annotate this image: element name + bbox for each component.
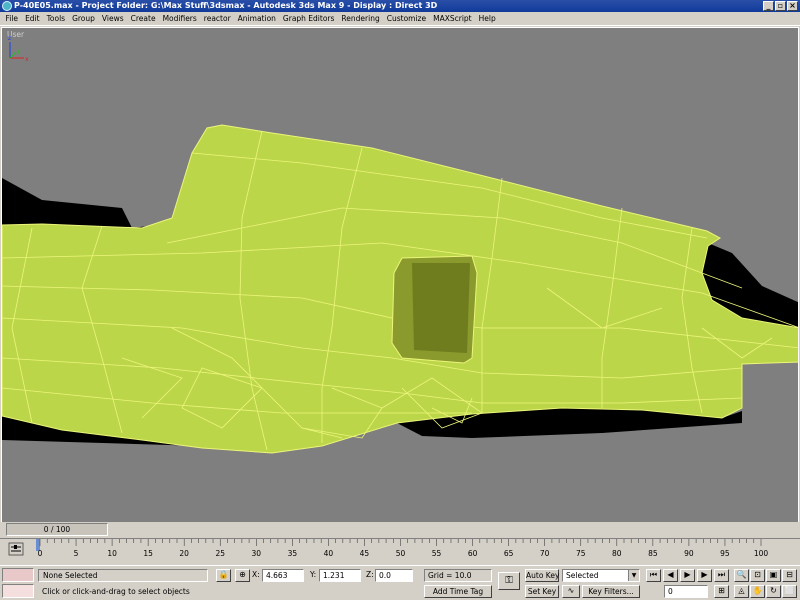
key-mode-icon[interactable]: ⚿ bbox=[498, 572, 520, 590]
key-tangent-icon[interactable]: ∿ bbox=[562, 585, 580, 598]
track-tick-label: 75 bbox=[575, 549, 586, 558]
arc-rotate-icon[interactable]: ↻ bbox=[766, 585, 781, 598]
axis-z-label: z bbox=[8, 35, 11, 42]
menu-bar: File Edit Tools Group Views Create Modif… bbox=[0, 12, 800, 26]
track-tick-label: 20 bbox=[179, 549, 189, 558]
previous-frame-icon[interactable]: ◀ bbox=[663, 569, 678, 582]
mini-curve-editor-icon[interactable] bbox=[8, 542, 24, 556]
current-frame-field[interactable]: 0 bbox=[664, 585, 708, 598]
axis-x-label: x bbox=[25, 56, 29, 63]
track-tick-label: 40 bbox=[323, 549, 334, 558]
key-filter-selected-value: Selected bbox=[566, 571, 599, 580]
menu-edit[interactable]: Edit bbox=[22, 12, 44, 26]
menu-maxscript[interactable]: MAXScript bbox=[430, 12, 476, 26]
time-bar: 0 / 100 bbox=[0, 522, 800, 538]
menu-group[interactable]: Group bbox=[69, 12, 99, 26]
track-tick-label: 25 bbox=[215, 549, 226, 558]
track-tick-label: 35 bbox=[287, 549, 298, 558]
time-configuration-icon[interactable]: ⊞ bbox=[714, 585, 729, 598]
absolute-mode-transform-icon[interactable]: ⊕ bbox=[235, 569, 250, 582]
y-coordinate-field[interactable]: 1.231 bbox=[319, 569, 361, 582]
close-button[interactable]: × bbox=[787, 1, 798, 11]
track-tick-label: 55 bbox=[431, 549, 442, 558]
track-tick-label: 80 bbox=[612, 549, 622, 558]
key-filter-select[interactable]: Selected ▼ bbox=[562, 569, 640, 582]
set-key-button[interactable]: Set Key bbox=[525, 585, 559, 598]
hatch-inner bbox=[412, 263, 470, 353]
menu-file[interactable]: File bbox=[2, 12, 22, 26]
status-bar: None Selected Click or click-and-drag to… bbox=[0, 565, 800, 600]
window-controls: _ ▫ × bbox=[763, 1, 798, 11]
x-label: X: bbox=[252, 570, 260, 579]
menu-graph-editors[interactable]: Graph Editors bbox=[279, 12, 338, 26]
track-tick-label: 90 bbox=[684, 549, 694, 558]
menu-rendering[interactable]: Rendering bbox=[338, 12, 383, 26]
next-frame-icon[interactable]: ▶ bbox=[697, 569, 712, 582]
z-coordinate-field[interactable]: 0.0 bbox=[375, 569, 413, 582]
add-time-tag-button[interactable]: Add Time Tag bbox=[424, 585, 492, 598]
track-tick-label: 100 bbox=[753, 549, 769, 558]
menu-reactor[interactable]: reactor bbox=[200, 12, 234, 26]
x-coordinate-field[interactable]: 4.663 bbox=[262, 569, 304, 582]
time-slider[interactable]: 0 / 100 bbox=[6, 523, 108, 536]
zoom-all-icon[interactable]: ⊡ bbox=[750, 569, 765, 582]
lock-selection-icon[interactable]: 🔒 bbox=[216, 569, 231, 582]
menu-views[interactable]: Views bbox=[98, 12, 127, 26]
axis-tripod-icon: x y z bbox=[8, 35, 29, 63]
track-tick-label: 45 bbox=[359, 549, 370, 558]
track-tick-label: 85 bbox=[648, 549, 658, 558]
track-tick-label: 70 bbox=[539, 549, 550, 558]
zoom-extents-icon[interactable]: ▣ bbox=[766, 569, 781, 582]
maxscript-listener-box[interactable] bbox=[2, 568, 34, 582]
zoom-extents-all-icon[interactable]: ⊟ bbox=[782, 569, 797, 582]
maxscript-mini-listener[interactable] bbox=[2, 584, 34, 598]
track-tick-label: 95 bbox=[720, 549, 730, 558]
track-tick-label: 15 bbox=[143, 549, 153, 558]
track-tick-label: 60 bbox=[467, 549, 478, 558]
minimize-button[interactable]: _ bbox=[763, 1, 774, 11]
track-tick-label: 65 bbox=[503, 549, 514, 558]
title-bar: P-40E05.max - Project Folder: G:\Max Stu… bbox=[0, 0, 800, 12]
key-filters-button[interactable]: Key Filters... bbox=[582, 585, 640, 598]
menu-customize[interactable]: Customize bbox=[383, 12, 429, 26]
track-tick-label: 30 bbox=[251, 549, 262, 558]
axis-y-label: y bbox=[17, 47, 21, 54]
go-to-end-icon[interactable]: ⏭ bbox=[714, 569, 729, 582]
maximize-button[interactable]: ▫ bbox=[775, 1, 786, 11]
go-to-start-icon[interactable]: ⏮ bbox=[646, 569, 661, 582]
menu-modifiers[interactable]: Modifiers bbox=[159, 12, 200, 26]
z-label: Z: bbox=[366, 570, 374, 579]
play-icon[interactable]: ▶ bbox=[680, 569, 695, 582]
menu-help[interactable]: Help bbox=[475, 12, 499, 26]
pan-hand-icon[interactable]: ✋ bbox=[750, 585, 765, 598]
selection-status: None Selected bbox=[38, 569, 208, 582]
app-icon[interactable] bbox=[2, 1, 12, 11]
zoom-icon[interactable]: 🔍 bbox=[734, 569, 749, 582]
user-viewport[interactable]: User x y z bbox=[1, 27, 799, 536]
track-tick-label: 5 bbox=[73, 549, 79, 558]
chevron-down-icon[interactable]: ▼ bbox=[628, 570, 639, 581]
maximize-viewport-icon[interactable]: ⬜ bbox=[782, 585, 797, 598]
grid-readout: Grid = 10.0 bbox=[424, 569, 492, 582]
prompt-line: Click or click-and-drag to select object… bbox=[42, 587, 190, 596]
menu-create[interactable]: Create bbox=[127, 12, 159, 26]
track-tick-label: 50 bbox=[395, 549, 406, 558]
field-of-view-icon[interactable]: ◬ bbox=[734, 585, 749, 598]
menu-animation[interactable]: Animation bbox=[234, 12, 279, 26]
menu-tools[interactable]: Tools bbox=[43, 12, 68, 26]
window-title: P-40E05.max - Project Folder: G:\Max Stu… bbox=[14, 1, 438, 10]
track-tick-label: 10 bbox=[107, 549, 117, 558]
track-bar[interactable]: 0 5 10 15 20 25 30 35 40 45 50 55 60 65 70 75 80 85 90 95 10… bbox=[0, 538, 800, 564]
auto-key-button[interactable]: Auto Key bbox=[525, 569, 559, 582]
fuselage-mesh[interactable] bbox=[2, 28, 799, 536]
y-label: Y: bbox=[310, 570, 317, 579]
track-tick-label: 0 bbox=[37, 549, 43, 558]
